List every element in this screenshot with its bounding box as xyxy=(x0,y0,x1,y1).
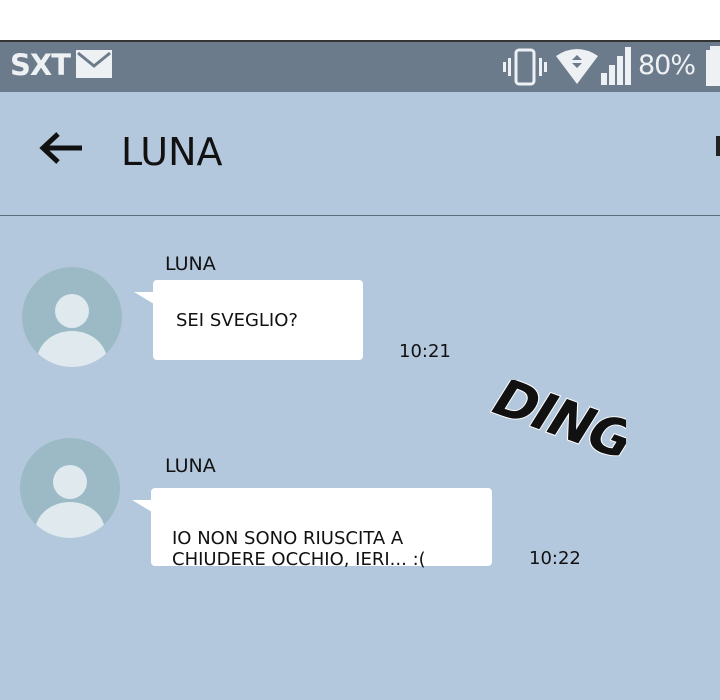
back-arrow-icon[interactable] xyxy=(38,132,84,164)
contact-avatar[interactable] xyxy=(20,438,120,538)
ding-sound-effect: DING xyxy=(486,380,626,470)
battery-percentage: 80% xyxy=(638,50,696,81)
contact-avatar[interactable] xyxy=(22,267,122,367)
message-time: 10:22 xyxy=(529,548,581,569)
battery-icon xyxy=(706,46,720,86)
message-sender: LUNA xyxy=(165,253,216,275)
status-bar: SXT 80% xyxy=(0,40,720,92)
carrier-label: SXT xyxy=(10,48,71,82)
chat-header: LUNA xyxy=(0,92,720,216)
message-bubble[interactable]: SEI SVEGLIO? xyxy=(134,280,363,360)
message-time: 10:21 xyxy=(399,341,451,362)
message-text: SEI SVEGLIO? xyxy=(176,310,298,331)
message-text: IO NON SONO RIUSCITA A CHIUDERE OCCHIO, … xyxy=(172,528,426,570)
wifi-icon xyxy=(556,49,598,84)
signal-icon xyxy=(601,47,631,85)
header-edge-mark xyxy=(716,136,720,156)
contact-name-title: LUNA xyxy=(121,130,223,174)
top-margin xyxy=(0,0,720,40)
ding-text: DING xyxy=(486,380,626,469)
message-sender: LUNA xyxy=(165,455,216,477)
mail-icon xyxy=(76,50,112,78)
message-bubble[interactable]: IO NON SONO RIUSCITA A CHIUDERE OCCHIO, … xyxy=(132,488,492,570)
vibrate-icon xyxy=(503,48,547,86)
